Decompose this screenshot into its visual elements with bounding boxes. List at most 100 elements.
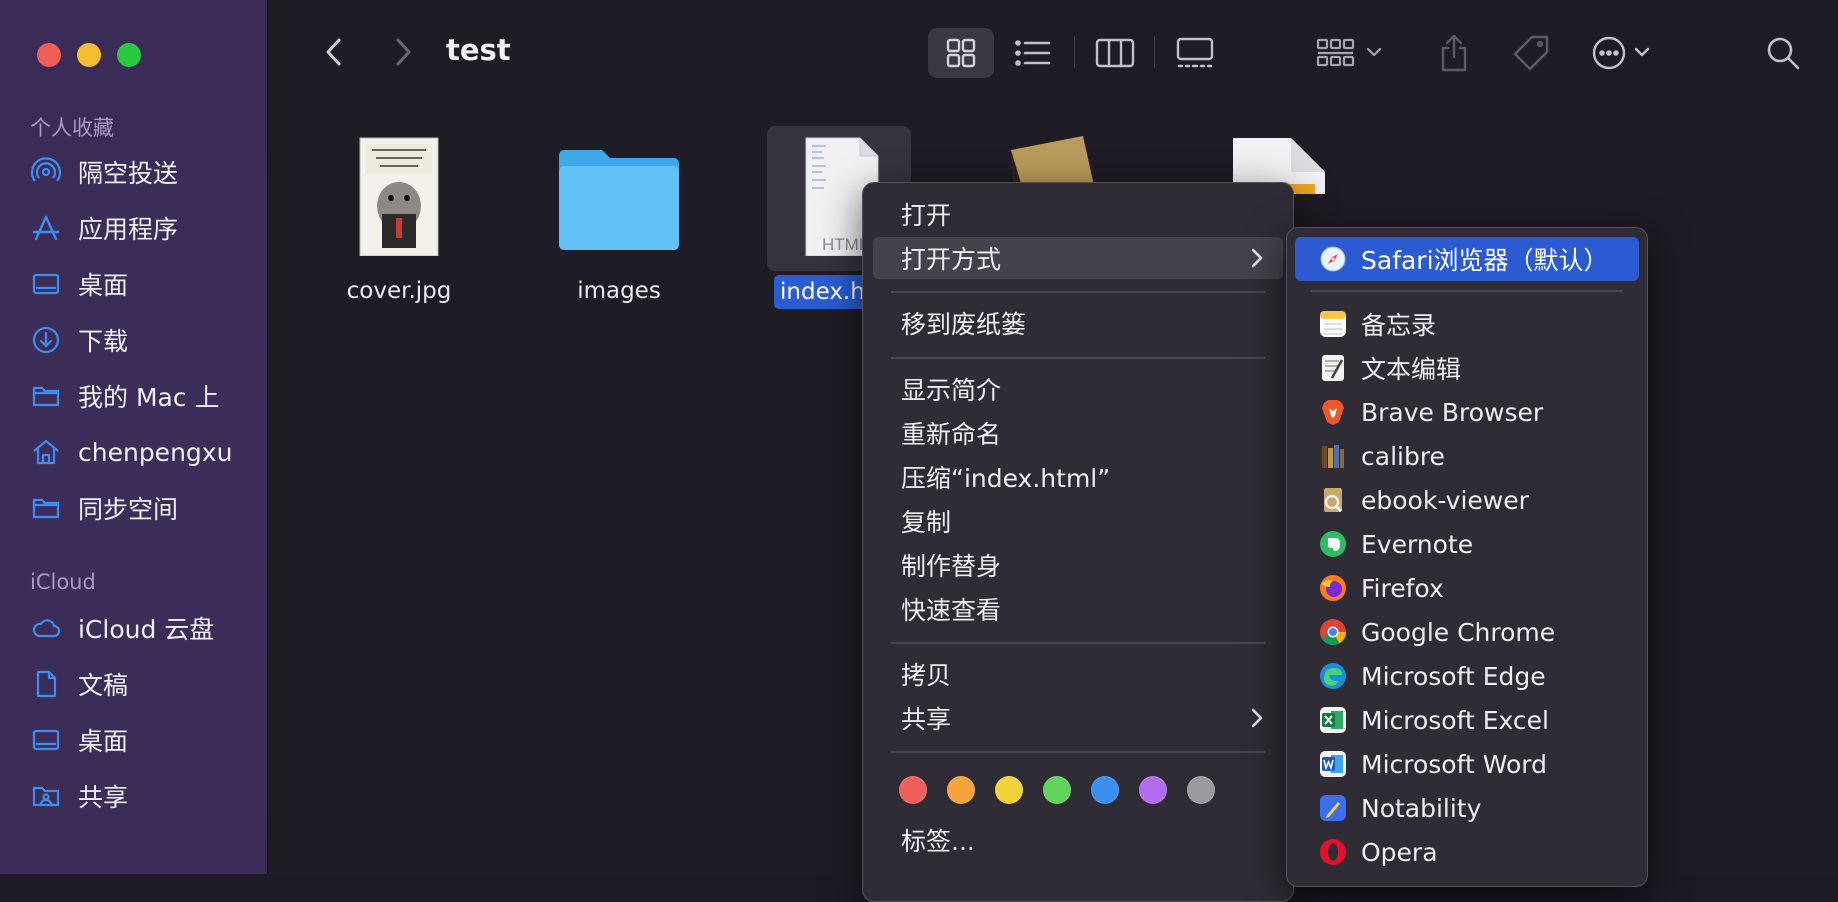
file-name: images xyxy=(577,278,661,304)
sidebar-section-favorites: 个人收藏 xyxy=(30,116,114,140)
submenu-item-ebook-viewer[interactable]: ebook-viewer xyxy=(1295,478,1639,522)
sidebar-item-sync-space[interactable]: 同步空间 xyxy=(30,486,260,530)
submenu-item-microsoft-word[interactable]: Microsoft Word xyxy=(1295,742,1639,786)
menu-item-duplicate[interactable]: 复制 xyxy=(873,500,1283,542)
tag-purple[interactable] xyxy=(1139,776,1167,804)
close-window-button[interactable] xyxy=(37,43,61,67)
group-grid-icon xyxy=(1316,38,1382,67)
applications-icon xyxy=(32,215,60,241)
sidebar-item-label: 桌面 xyxy=(78,727,129,756)
share-button[interactable] xyxy=(1432,28,1476,78)
ellipsis-circle-icon xyxy=(1592,36,1650,70)
file-name-selected: index.h xyxy=(774,275,871,309)
share-icon xyxy=(1441,34,1467,72)
menu-item-get-info[interactable]: 显示简介 xyxy=(873,368,1283,410)
tag-gray[interactable] xyxy=(1187,776,1215,804)
submenu-item-safari[interactable]: Safari浏览器（默认） xyxy=(1295,237,1639,281)
tag-red[interactable] xyxy=(899,776,927,804)
list-view-button[interactable] xyxy=(1000,28,1066,78)
sidebar-item-downloads[interactable]: 下载 xyxy=(30,318,260,362)
sidebar-item-desktop[interactable]: 桌面 xyxy=(30,262,260,306)
notes-app-icon xyxy=(1319,310,1347,338)
menu-item-tags[interactable]: 标签... xyxy=(873,819,1283,861)
excel-app-icon xyxy=(1319,706,1347,734)
downloads-icon xyxy=(32,326,60,354)
opera-app-icon xyxy=(1319,838,1347,866)
folder-title: test xyxy=(446,33,511,67)
menu-item-share[interactable]: 共享 xyxy=(873,697,1283,739)
evernote-app-icon xyxy=(1319,530,1347,558)
cloud-icon xyxy=(32,619,61,638)
menu-item-move-to-trash[interactable]: 移到废纸篓 xyxy=(873,302,1283,344)
archive-icon xyxy=(1011,136,1095,190)
tag-yellow[interactable] xyxy=(995,776,1023,804)
menu-item-quick-look[interactable]: 快速查看 xyxy=(873,588,1283,630)
sidebar-item-shared[interactable]: 共享 xyxy=(30,774,260,818)
finder-window: 个人收藏 隔空投送 应用程序 桌面 下载 我的 Mac 上 chenpengxu… xyxy=(0,0,1838,902)
file-item[interactable]: cover.jpg xyxy=(324,126,474,304)
home-icon xyxy=(33,439,59,465)
submenu-item-calibre[interactable]: calibre xyxy=(1295,434,1639,478)
sidebar-item-documents[interactable]: 文稿 xyxy=(30,662,260,706)
menu-item-open-with[interactable]: 打开方式 xyxy=(873,237,1283,279)
sidebar-item-label: 桌面 xyxy=(78,271,129,300)
tag-green[interactable] xyxy=(1043,776,1071,804)
submenu-item-opera[interactable]: Opera xyxy=(1295,830,1639,874)
tag-button[interactable] xyxy=(1507,28,1555,78)
back-button[interactable] xyxy=(314,32,354,72)
more-actions-button[interactable] xyxy=(1590,28,1666,78)
menu-item-compress[interactable]: 压缩“index.html” xyxy=(873,456,1283,498)
sidebar-item-on-my-mac[interactable]: 我的 Mac 上 xyxy=(30,374,260,418)
list-view-icon xyxy=(1015,40,1051,66)
sidebar-item-icloud-drive[interactable]: iCloud 云盘 xyxy=(30,606,260,650)
document-icon xyxy=(36,670,57,698)
folder-item[interactable]: images xyxy=(544,126,694,304)
gallery-view-icon xyxy=(1176,37,1214,68)
brave-app-icon xyxy=(1319,398,1347,426)
sidebar-item-label: chenpengxu xyxy=(78,437,233,467)
menu-item-open[interactable]: 打开 xyxy=(873,193,1283,235)
minimize-window-button[interactable] xyxy=(77,43,101,67)
menu-item-make-alias[interactable]: 制作替身 xyxy=(873,544,1283,586)
tag-icon xyxy=(1513,35,1549,71)
submenu-item-microsoft-edge[interactable]: Microsoft Edge xyxy=(1295,654,1639,698)
submenu-item-firefox[interactable]: Firefox xyxy=(1295,566,1639,610)
ebook-viewer-app-icon xyxy=(1319,486,1347,514)
sidebar-section-icloud: iCloud xyxy=(30,570,96,594)
sidebar-item-icloud-desktop[interactable]: 桌面 xyxy=(30,718,260,762)
column-view-button[interactable] xyxy=(1082,28,1148,78)
sidebar-item-applications[interactable]: 应用程序 xyxy=(30,206,260,250)
edge-app-icon xyxy=(1319,662,1347,690)
forward-button[interactable] xyxy=(383,32,423,72)
sidebar-item-label: 同步空间 xyxy=(78,495,179,524)
sidebar-item-home[interactable]: chenpengxu xyxy=(30,430,260,474)
gallery-view-button[interactable] xyxy=(1162,28,1228,78)
tag-orange[interactable] xyxy=(947,776,975,804)
sidebar-item-airdrop[interactable]: 隔空投送 xyxy=(30,150,260,194)
sidebar-item-label: 文稿 xyxy=(78,671,129,700)
submenu-item-notes[interactable]: 备忘录 xyxy=(1295,302,1639,346)
chevron-right-icon xyxy=(396,38,411,66)
submenu-item-notability[interactable]: Notability xyxy=(1295,786,1639,830)
submenu-item-evernote[interactable]: Evernote xyxy=(1295,522,1639,566)
folder-icon xyxy=(32,386,60,407)
tag-blue[interactable] xyxy=(1091,776,1119,804)
submenu-item-brave[interactable]: Brave Browser xyxy=(1295,390,1639,434)
notability-app-icon xyxy=(1319,794,1347,822)
group-by-button[interactable] xyxy=(1316,28,1392,78)
search-button[interactable] xyxy=(1761,28,1805,78)
chrome-app-icon xyxy=(1319,618,1347,646)
menu-item-copy[interactable]: 拷贝 xyxy=(873,653,1283,695)
icon-view-button[interactable] xyxy=(928,28,994,78)
submenu-item-microsoft-excel[interactable]: Microsoft Excel xyxy=(1295,698,1639,742)
chevron-right-icon xyxy=(1251,708,1263,728)
sidebar-item-label: 隔空投送 xyxy=(78,159,179,188)
firefox-app-icon xyxy=(1319,574,1347,602)
textedit-app-icon xyxy=(1319,354,1347,382)
submenu-item-textedit[interactable]: 文本编辑 xyxy=(1295,346,1639,390)
submenu-item-google-chrome[interactable]: Google Chrome xyxy=(1295,610,1639,654)
menu-item-rename[interactable]: 重新命名 xyxy=(873,412,1283,454)
fullscreen-window-button[interactable] xyxy=(117,43,141,67)
sidebar-item-label: 共享 xyxy=(78,783,129,812)
sidebar-item-label: 下载 xyxy=(78,327,129,356)
